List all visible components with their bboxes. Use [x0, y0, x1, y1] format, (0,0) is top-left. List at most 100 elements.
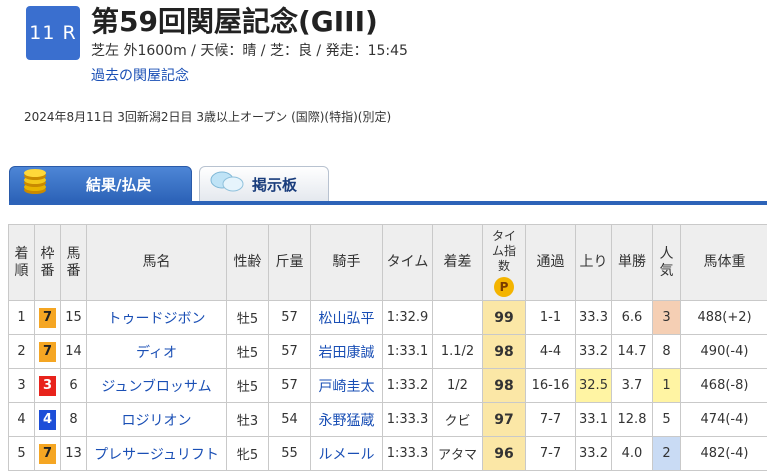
- tab-bar: 結果/払戻 掲示板: [0, 166, 767, 202]
- horse-no: 6: [60, 368, 87, 403]
- table-row: 5 7 13 プレサージュリフト 牝5 55 ルメール 1:33.3 アタマ 9…: [8, 436, 767, 471]
- jockey-link[interactable]: 岩田康誠: [319, 345, 375, 361]
- body-weight: 474(-4): [680, 402, 767, 437]
- frame-badge: 4: [39, 409, 56, 430]
- last3f: 32.5: [575, 368, 612, 403]
- race-conditions: 芝左 外1600m / 天候：晴 / 芝：良 / 発走：15:45: [91, 43, 408, 59]
- header-body-weight: 馬体重: [680, 224, 767, 301]
- passing: 1-1: [525, 300, 576, 335]
- horse-no: 13: [60, 436, 87, 471]
- popularity: 3: [652, 300, 681, 335]
- odds: 12.8: [611, 402, 653, 437]
- passing: 7-7: [525, 436, 576, 471]
- horse-name-cell: ディオ: [86, 334, 227, 369]
- time: 1:33.3: [382, 402, 433, 437]
- weight-carried: 57: [268, 300, 311, 335]
- frame: 7: [34, 334, 61, 369]
- sex-age: 牡3: [226, 402, 269, 437]
- coins-icon: [20, 169, 50, 199]
- place: 5: [8, 436, 35, 471]
- past-races-link[interactable]: 過去の関屋記念: [91, 65, 189, 85]
- horse-name-cell: ジュンブロッサム: [86, 368, 227, 403]
- margin: [432, 300, 483, 335]
- jockey-cell: 岩田康誠: [310, 334, 383, 369]
- odds: 4.0: [611, 436, 653, 471]
- frame: 4: [34, 402, 61, 437]
- weight-carried: 57: [268, 334, 311, 369]
- last3f: 33.2: [575, 334, 612, 369]
- horse-no: 14: [60, 334, 87, 369]
- premium-badge-icon: P: [494, 276, 514, 297]
- sex-age: 牝5: [226, 436, 269, 471]
- odds: 6.6: [611, 300, 653, 335]
- passing: 4-4: [525, 334, 576, 369]
- jockey-cell: 永野猛蔵: [310, 402, 383, 437]
- popularity: 1: [652, 368, 681, 403]
- results-table: 着順 枠番 馬番 馬名 性齢 斤量 騎手 タイム 着差 タイム指数 P 通過 上…: [8, 224, 767, 471]
- frame: 3: [34, 368, 61, 403]
- horse-name-cell: プレサージュリフト: [86, 436, 227, 471]
- header-sex-age: 性齢: [226, 224, 269, 301]
- table-row: 1 7 15 トゥードジボン 牡5 57 松山弘平 1:32.9 99 1-1 …: [8, 300, 767, 335]
- horse-name-link[interactable]: ジュンブロッサム: [101, 379, 211, 395]
- table-row: 2 7 14 ディオ 牡5 57 岩田康誠 1:33.1 1.1/2 98 4-…: [8, 334, 767, 369]
- weight-carried: 54: [268, 402, 311, 437]
- sex-age: 牡5: [226, 300, 269, 335]
- time: 1:33.2: [382, 368, 433, 403]
- weight-carried: 55: [268, 436, 311, 471]
- last3f: 33.1: [575, 402, 612, 437]
- jockey-cell: 松山弘平: [310, 300, 383, 335]
- race-header: 11 R 第59回関屋記念(GIII) 芝左 外1600m / 天候：晴 / 芝…: [0, 0, 767, 140]
- body-weight: 488(+2): [680, 300, 767, 335]
- time-index: 99: [482, 300, 526, 335]
- header-place: 着順: [8, 224, 35, 301]
- place: 2: [8, 334, 35, 369]
- race-title: 第59回関屋記念(GIII): [91, 5, 378, 38]
- weight-carried: 57: [268, 368, 311, 403]
- sex-age: 牡5: [226, 368, 269, 403]
- tab-results-label: 結果/払戻: [86, 175, 152, 194]
- margin: 1.1/2: [432, 334, 483, 369]
- time-index: 96: [482, 436, 526, 471]
- popularity: 8: [652, 334, 681, 369]
- passing: 16-16: [525, 368, 576, 403]
- odds: 3.7: [611, 368, 653, 403]
- frame-badge: 7: [39, 443, 56, 464]
- horse-name-link[interactable]: ロジリオン: [122, 413, 192, 429]
- header-odds: 単勝: [611, 224, 653, 301]
- table-row: 4 4 8 ロジリオン 牡3 54 永野猛蔵 1:33.3 クビ 97 7-7 …: [8, 402, 767, 437]
- horse-no: 8: [60, 402, 87, 437]
- header-time-index[interactable]: タイム指数 P: [482, 224, 526, 301]
- frame-badge: 3: [39, 375, 56, 396]
- jockey-link[interactable]: 松山弘平: [319, 311, 375, 327]
- body-weight: 482(-4): [680, 436, 767, 471]
- frame: 7: [34, 436, 61, 471]
- horse-name-link[interactable]: ディオ: [136, 345, 177, 361]
- time-index: 98: [482, 368, 526, 403]
- header-margin: 着差: [432, 224, 483, 301]
- header-frame: 枠番: [34, 224, 61, 301]
- tab-board[interactable]: 掲示板: [199, 166, 329, 202]
- jockey-link[interactable]: 永野猛蔵: [319, 413, 375, 429]
- jockey-link[interactable]: ルメール: [319, 447, 375, 463]
- odds: 14.7: [611, 334, 653, 369]
- header-time-index-label: タイム指数: [491, 228, 516, 273]
- place: 1: [8, 300, 35, 335]
- header-horse-no: 馬番: [60, 224, 87, 301]
- time: 1:33.1: [382, 334, 433, 369]
- horse-name-link[interactable]: プレサージュリフト: [94, 447, 219, 463]
- header-time: タイム: [382, 224, 433, 301]
- horse-name-link[interactable]: トゥードジボン: [108, 311, 206, 327]
- jockey-link[interactable]: 戸崎圭太: [319, 379, 375, 395]
- time-index: 97: [482, 402, 526, 437]
- chat-bubbles-icon: [210, 170, 244, 198]
- time: 1:33.3: [382, 436, 433, 471]
- horse-name-cell: ロジリオン: [86, 402, 227, 437]
- tab-underline: [9, 201, 767, 205]
- header-name: 馬名: [86, 224, 227, 301]
- place: 3: [8, 368, 35, 403]
- race-date-line: 2024年8月11日 3回新潟2日目 3歳以上オープン (国際)(特指)(別定): [24, 110, 392, 124]
- popularity: 2: [652, 436, 681, 471]
- body-weight: 490(-4): [680, 334, 767, 369]
- tab-results[interactable]: 結果/払戻: [9, 166, 192, 202]
